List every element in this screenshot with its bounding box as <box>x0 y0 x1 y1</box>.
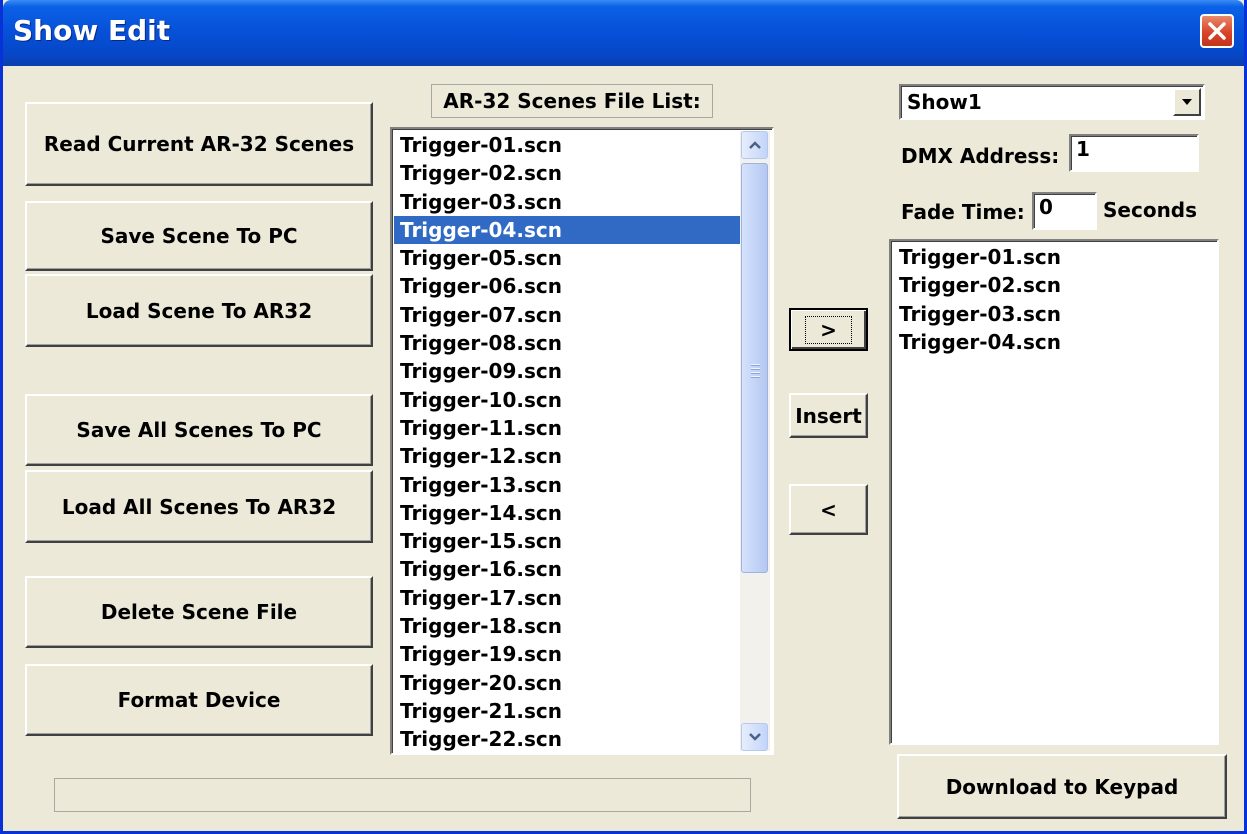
save-scene-to-pc-button[interactable]: Save Scene To PC <box>25 201 373 271</box>
dmx-address-label: DMX Address: <box>901 144 1060 168</box>
list-item[interactable]: Trigger-18.scn <box>394 612 742 640</box>
list-item[interactable]: Trigger-03.scn <box>893 300 1217 328</box>
show-edit-window: Show Edit Read Current AR-32 Scenes Save… <box>0 0 1247 834</box>
list-item[interactable]: Trigger-08.scn <box>394 329 742 357</box>
list-item[interactable]: Trigger-02.scn <box>394 159 742 187</box>
list-item[interactable]: Trigger-13.scn <box>394 471 742 499</box>
list-item[interactable]: Trigger-21.scn <box>394 697 742 725</box>
close-icon <box>1208 22 1226 40</box>
load-scene-to-ar32-button[interactable]: Load Scene To AR32 <box>25 274 373 347</box>
list-item[interactable]: Trigger-03.scn <box>394 188 742 216</box>
scene-list-scrollbar[interactable] <box>740 131 770 751</box>
scrollbar-grip <box>751 364 760 380</box>
show-scene-list[interactable]: Trigger-01.scn Trigger-02.scn Trigger-03.s… <box>889 239 1219 745</box>
add-to-show-button[interactable]: > <box>789 308 868 351</box>
fade-time-label: Fade Time: <box>901 200 1025 224</box>
list-item[interactable]: Trigger-07.scn <box>394 301 742 329</box>
list-item[interactable]: Trigger-02.scn <box>893 271 1217 299</box>
list-item[interactable]: Trigger-12.scn <box>394 442 742 470</box>
scene-file-list[interactable]: Trigger-01.scn Trigger-02.scn Trigger-03.s… <box>390 127 774 755</box>
fade-time-input[interactable]: 0 <box>1032 192 1097 230</box>
list-item[interactable]: Trigger-14.scn <box>394 499 742 527</box>
save-all-scenes-to-pc-button[interactable]: Save All Scenes To PC <box>25 394 373 466</box>
scene-file-list-label: AR-32 Scenes File List: <box>431 84 713 118</box>
scroll-down-button[interactable] <box>741 723 768 751</box>
scrollbar-thumb[interactable] <box>741 163 768 573</box>
insert-button[interactable]: Insert <box>789 393 868 438</box>
list-item[interactable]: Trigger-04.scn <box>893 328 1217 356</box>
list-item[interactable]: Trigger-05.scn <box>394 244 742 272</box>
title-bar[interactable]: Show Edit <box>3 0 1244 66</box>
list-item[interactable]: Trigger-20.scn <box>394 669 742 697</box>
delete-scene-file-button[interactable]: Delete Scene File <box>25 576 373 648</box>
chevron-down-icon <box>1182 99 1192 105</box>
window-title: Show Edit <box>13 14 171 47</box>
remove-from-show-button[interactable]: < <box>789 484 868 535</box>
show-select[interactable]: Show1 <box>899 84 1205 120</box>
format-device-button[interactable]: Format Device <box>25 664 373 736</box>
list-item[interactable]: Trigger-19.scn <box>394 640 742 668</box>
scroll-up-button[interactable] <box>741 131 768 159</box>
fade-time-unit: Seconds <box>1103 198 1198 222</box>
list-item[interactable]: Trigger-11.scn <box>394 414 742 442</box>
list-item[interactable]: Trigger-16.scn <box>394 555 742 583</box>
dmx-address-value: 1 <box>1076 137 1090 161</box>
list-item[interactable]: Trigger-01.scn <box>394 131 742 159</box>
list-item[interactable]: Trigger-01.scn <box>893 243 1217 271</box>
list-item[interactable]: Trigger-17.scn <box>394 584 742 612</box>
load-all-scenes-to-ar32-button[interactable]: Load All Scenes To AR32 <box>25 470 373 543</box>
scene-file-items: Trigger-01.scn Trigger-02.scn Trigger-03.s… <box>394 131 742 753</box>
download-to-keypad-button[interactable]: Download to Keypad <box>897 754 1227 819</box>
progress-bar <box>54 778 751 812</box>
arrow-up-icon <box>748 141 761 149</box>
show-scene-items: Trigger-01.scn Trigger-02.scn Trigger-03.s… <box>893 243 1217 743</box>
list-item[interactable]: Trigger-15.scn <box>394 527 742 555</box>
list-item[interactable]: Trigger-09.scn <box>394 357 742 385</box>
show-dropdown-button[interactable] <box>1173 88 1201 116</box>
add-to-show-label: > <box>805 315 852 344</box>
list-item[interactable]: Trigger-04.scn <box>394 215 742 245</box>
arrow-down-icon <box>748 733 761 741</box>
show-select-value: Show1 <box>907 90 982 114</box>
list-item[interactable]: Trigger-22.scn <box>394 725 742 753</box>
close-button[interactable] <box>1200 14 1234 48</box>
dmx-address-input[interactable]: 1 <box>1069 134 1199 172</box>
read-current-scenes-button[interactable]: Read Current AR-32 Scenes <box>25 102 373 186</box>
fade-time-value: 0 <box>1039 195 1053 219</box>
list-item[interactable]: Trigger-06.scn <box>394 272 742 300</box>
list-item[interactable]: Trigger-10.scn <box>394 386 742 414</box>
